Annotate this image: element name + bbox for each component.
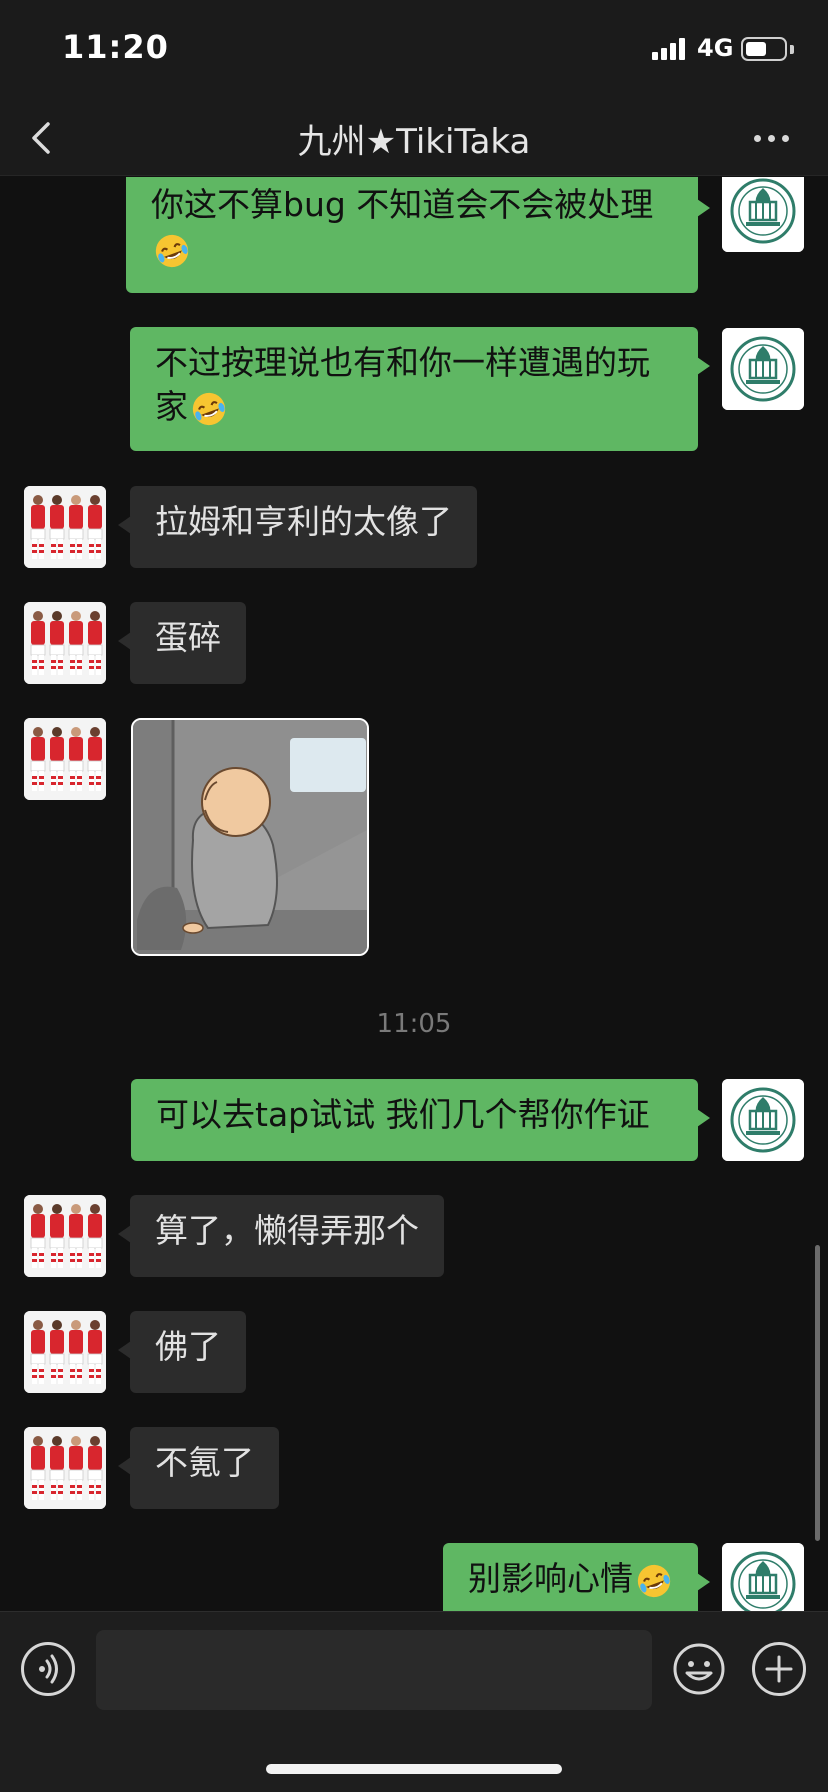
message-text: 佛了 xyxy=(155,1327,221,1366)
message-list[interactable]: 你这不算bug 不知道会不会被处理 不过按理说也有和你一样遭遇的玩家 拉姆和亨利… xyxy=(0,177,828,1611)
contact-avatar[interactable] xyxy=(24,602,106,684)
message-bubble-received[interactable]: 算了，懒得弄那个 xyxy=(118,1195,444,1277)
message-text: 你这不算bug 不知道会不会被处理 xyxy=(151,185,654,224)
smiley-icon xyxy=(673,1643,725,1695)
message-bubble-sent[interactable]: 你这不算bug 不知道会不会被处理 xyxy=(126,177,710,293)
message-input[interactable] xyxy=(96,1630,652,1710)
message-bubble-received[interactable]: 拉姆和亨利的太像了 xyxy=(118,486,477,568)
my-avatar[interactable] xyxy=(722,328,804,410)
my-avatar[interactable] xyxy=(722,1543,804,1611)
my-avatar[interactable] xyxy=(722,1079,804,1161)
message-bubble-sent[interactable]: 别影响心情 xyxy=(443,1543,710,1611)
my-avatar[interactable] xyxy=(722,177,804,252)
more-dots-icon xyxy=(754,135,761,142)
contact-avatar[interactable] xyxy=(24,1427,106,1509)
more-options-button[interactable] xyxy=(744,120,800,156)
battery-icon xyxy=(741,37,787,61)
contact-avatar[interactable] xyxy=(24,718,106,800)
status-bar: 11:20 4G xyxy=(0,0,828,100)
battery-cap xyxy=(790,45,794,54)
signal-strength-icon xyxy=(652,38,688,60)
message-text: 别影响心情 xyxy=(468,1559,633,1598)
time-separator: 11:05 xyxy=(376,1009,452,1039)
message-text: 可以去tap试试 我们几个帮你作证 xyxy=(156,1095,650,1134)
message-text: 不氪了 xyxy=(155,1443,254,1482)
battery-level xyxy=(746,42,766,56)
message-text: 算了，懒得弄那个 xyxy=(155,1211,419,1250)
more-dot xyxy=(768,135,775,142)
plus-button[interactable] xyxy=(752,1642,806,1696)
voice-icon xyxy=(39,1654,58,1684)
message-bubble-sent[interactable]: 不过按理说也有和你一样遭遇的玩家 xyxy=(130,327,710,451)
sad-cartoon-sticker[interactable] xyxy=(131,718,369,956)
more-dot xyxy=(782,135,789,142)
sticker-image xyxy=(133,720,367,954)
message-text: 拉姆和亨利的太像了 xyxy=(155,502,452,541)
status-time: 11:20 xyxy=(62,28,169,66)
emoji-button[interactable] xyxy=(672,1642,726,1696)
network-label: 4G xyxy=(697,34,734,62)
home-indicator[interactable] xyxy=(266,1764,562,1774)
message-bubble-received[interactable]: 不氪了 xyxy=(118,1427,279,1509)
chat-title: 九州★TikiTaka xyxy=(297,122,531,162)
message-text: 不过按理说也有和你一样遭遇的玩家 xyxy=(155,343,650,426)
plus-icon xyxy=(765,1655,793,1683)
voice-button[interactable] xyxy=(21,1642,75,1696)
chat-header: 九州★TikiTaka xyxy=(0,100,828,176)
rofl-emoji-icon xyxy=(635,1562,673,1600)
contact-avatar[interactable] xyxy=(24,1311,106,1393)
rofl-emoji-icon xyxy=(153,232,191,270)
scrollbar[interactable] xyxy=(815,1245,820,1541)
message-bubble-received[interactable]: 蛋碎 xyxy=(118,602,246,684)
contact-avatar[interactable] xyxy=(24,1195,106,1277)
contact-avatar[interactable] xyxy=(24,486,106,568)
message-text: 蛋碎 xyxy=(155,618,221,657)
rofl-emoji-icon xyxy=(190,390,228,428)
message-bubble-received[interactable]: 佛了 xyxy=(118,1311,246,1393)
message-bubble-sent[interactable]: 可以去tap试试 我们几个帮你作证 xyxy=(131,1079,710,1161)
